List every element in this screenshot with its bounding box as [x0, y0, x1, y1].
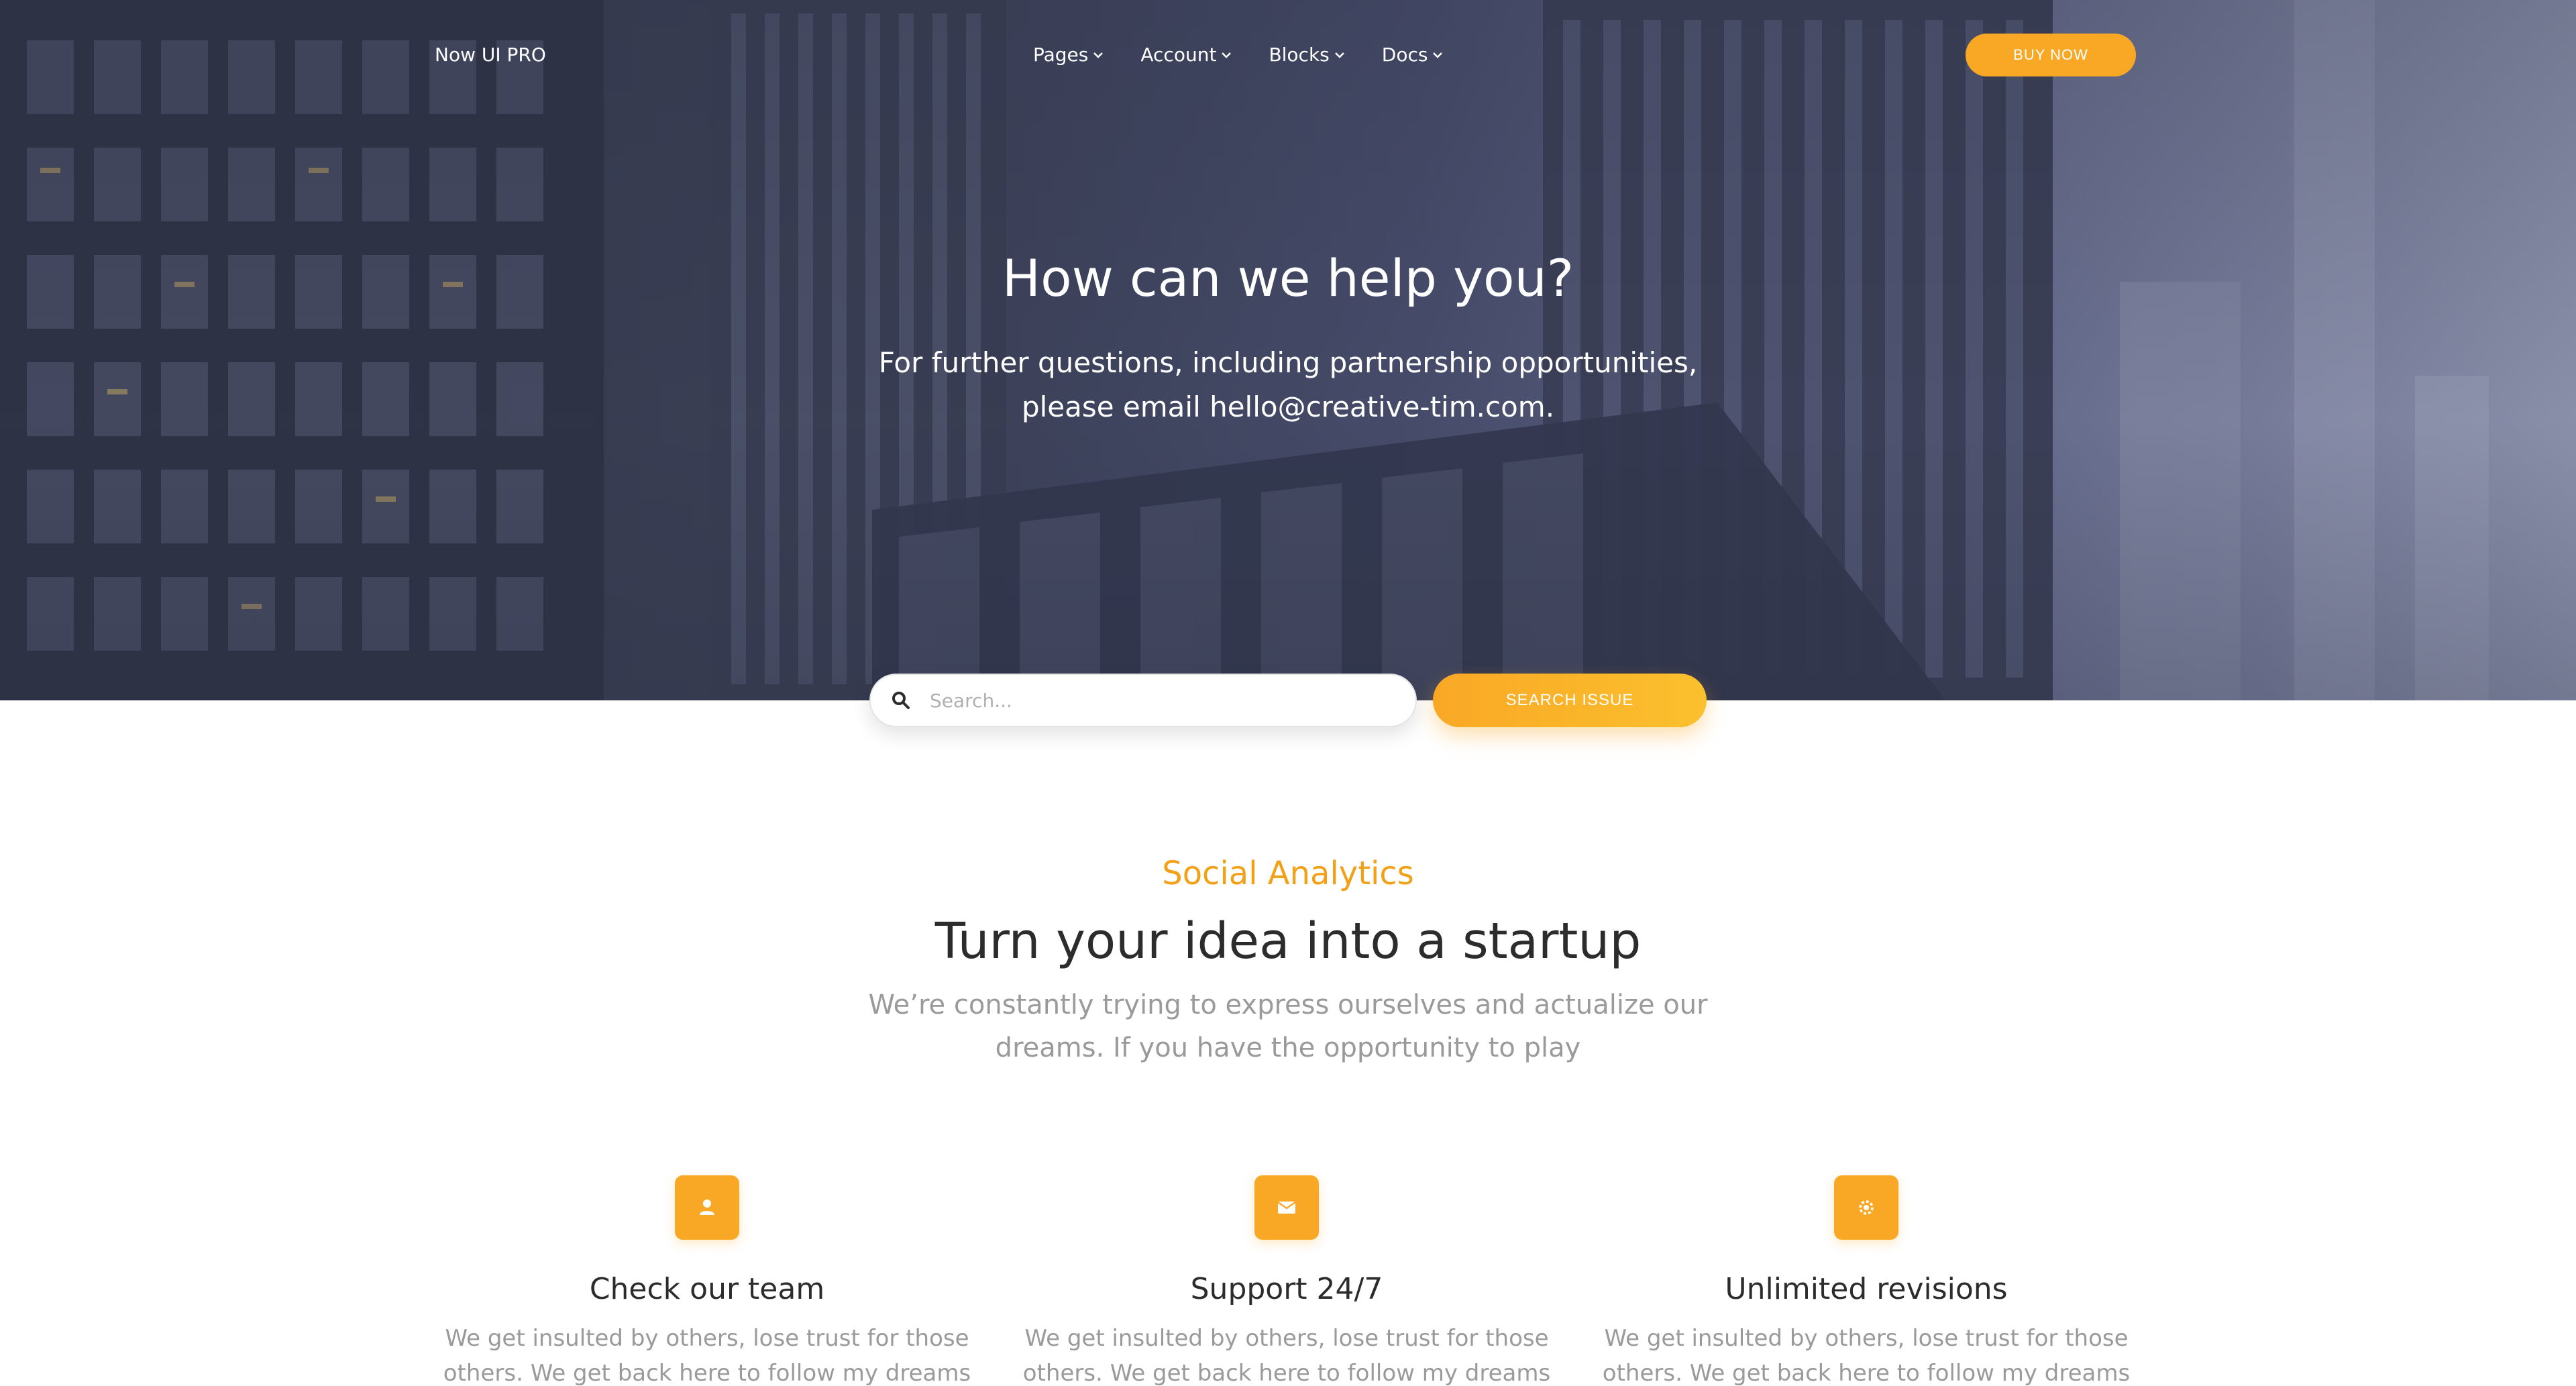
feature-icon-badge: [1254, 1175, 1319, 1240]
feature-icon-badge: [1834, 1175, 1898, 1240]
feature-icon-badge: [675, 1175, 739, 1240]
nav-item-label: Pages: [1033, 44, 1089, 66]
hero-subtitle-line: For further questions, including partner…: [878, 346, 1698, 379]
feature-card: Check our team We get insulted by others…: [432, 1175, 982, 1386]
hero-section: Now UI PRO Pages Account Blocks Docs BUY…: [0, 0, 2576, 700]
email-icon: [1277, 1201, 1296, 1214]
feature-title: Support 24/7: [1190, 1272, 1383, 1306]
settings-icon: [1859, 1200, 1874, 1215]
feature-text: We get insulted by others, lose trust fo…: [1591, 1321, 2141, 1386]
hero-title: How can we help you?: [1002, 248, 1574, 308]
chevron-down-icon: [1093, 52, 1104, 58]
chevron-down-icon: [1334, 52, 1344, 58]
hero-subtitle: For further questions, including partner…: [859, 341, 1717, 429]
search-icon: [892, 692, 910, 709]
feature-title: Unlimited revisions: [1725, 1272, 2008, 1306]
feature-text-line: others. We get back here to follow my dr…: [1602, 1360, 2131, 1386]
hero-subtitle-line: please email hello@creative-tim.com.: [1021, 390, 1555, 423]
section-eyebrow: Social Analytics: [1162, 855, 1414, 892]
main-nav: Pages Account Blocks Docs: [1033, 42, 1444, 68]
feature-card: Support 24/7 We get insulted by others, …: [1012, 1175, 1562, 1386]
feature-text-line: We get insulted by others, lose trust fo…: [445, 1325, 969, 1352]
nav-item-label: Blocks: [1269, 44, 1330, 66]
brand-logo[interactable]: Now UI PRO: [435, 42, 546, 68]
chevron-down-icon: [1433, 52, 1443, 58]
search-input[interactable]: [930, 689, 1386, 712]
feature-text-line: We get insulted by others, lose trust fo…: [1604, 1325, 2129, 1352]
section-description-line: We’re constantly trying to express ourse…: [868, 990, 1708, 1020]
search-bar: [869, 674, 1417, 727]
feature-card: Unlimited revisions We get insulted by o…: [1591, 1175, 2141, 1386]
buy-now-button[interactable]: BUY NOW: [1966, 34, 2136, 76]
section-description-line: dreams. If you have the opportunity to p…: [995, 1032, 1581, 1063]
section-title: Turn your idea into a startup: [934, 912, 1642, 970]
nav-item-docs[interactable]: Docs: [1382, 42, 1444, 68]
feature-text-line: We get insulted by others, lose trust fo…: [1024, 1325, 1549, 1352]
nav-item-blocks[interactable]: Blocks: [1269, 42, 1345, 68]
feature-text-line: others. We get back here to follow my dr…: [1022, 1360, 1551, 1386]
search-issue-button[interactable]: SEARCH ISSUE: [1433, 674, 1707, 727]
nav-item-label: Account: [1140, 44, 1217, 66]
feature-text-line: others. We get back here to follow my dr…: [443, 1360, 971, 1386]
nav-item-pages[interactable]: Pages: [1033, 42, 1104, 68]
section-description: We’re constantly trying to express ourse…: [832, 983, 1744, 1069]
feature-title: Check our team: [589, 1272, 825, 1306]
nav-item-account[interactable]: Account: [1140, 42, 1232, 68]
user-icon: [700, 1200, 714, 1215]
chevron-down-icon: [1222, 52, 1232, 58]
nav-item-label: Docs: [1381, 44, 1428, 66]
feature-text: We get insulted by others, lose trust fo…: [432, 1321, 982, 1386]
feature-text: We get insulted by others, lose trust fo…: [1012, 1321, 1562, 1386]
